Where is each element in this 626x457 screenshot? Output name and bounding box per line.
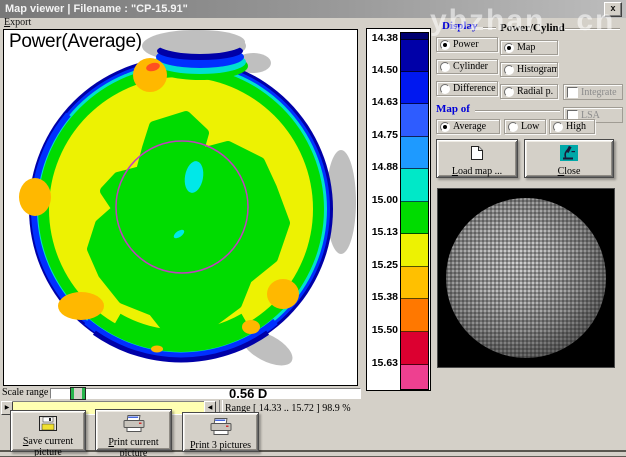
map-viewer-window: Map viewer | Filename : "CP-15.91" x Exp… <box>0 0 626 457</box>
floppy-disk-icon <box>39 416 57 436</box>
scale-tick <box>401 233 428 234</box>
radio-dot <box>508 122 518 132</box>
window-bottom-edge <box>0 450 626 452</box>
scale-tick-label: 14.75 <box>367 130 398 141</box>
radio-dot <box>440 122 450 132</box>
scale-range-slider[interactable]: 0.56 D <box>50 388 361 399</box>
radio-dot <box>553 122 563 132</box>
scale-tick <box>401 168 428 169</box>
scale-tick-label: 15.00 <box>367 195 398 206</box>
radio-dot <box>440 84 450 94</box>
radio-high[interactable]: High <box>549 119 595 134</box>
window-close-button[interactable]: x <box>604 2 622 17</box>
radio-power[interactable]: Power <box>436 37 498 52</box>
radio-map[interactable]: Map <box>500 40 558 55</box>
window-title: Map viewer | Filename : "CP-15.91" <box>0 3 188 15</box>
save-label: Save currentpicture <box>23 436 73 457</box>
scale-band <box>401 202 428 234</box>
scale-tick-label: 14.38 <box>367 33 398 44</box>
scale-tick-label: 15.50 <box>367 325 398 336</box>
power-average-map <box>4 30 357 385</box>
scale-tick <box>401 331 428 332</box>
slider-thumb[interactable] <box>70 387 86 400</box>
close-label: Close <box>558 166 581 177</box>
scale-band <box>401 72 428 104</box>
scale-band <box>401 40 428 72</box>
printer-icon <box>210 418 232 440</box>
scale-tick <box>401 364 428 365</box>
scale-tick-label: 14.88 <box>367 162 398 173</box>
checkbox-integrate[interactable]: Integrate <box>563 84 623 100</box>
color-scale-bar <box>400 32 429 390</box>
power-cylind-group-label: Power/Cylind <box>500 22 565 34</box>
scale-band <box>401 104 428 137</box>
scale-tick-label: 15.38 <box>367 292 398 303</box>
color-scale-panel: 14.38 14.50 14.63 14.75 14.88 15.00 15.13 15.25… <box>366 28 431 391</box>
scale-band <box>401 332 428 365</box>
radio-dot <box>504 87 514 97</box>
titlebar: Map viewer | Filename : "CP-15.91" <box>0 0 626 18</box>
print-3-pictures-button[interactable]: Print 3 pictures <box>182 412 259 452</box>
scale-tick <box>401 71 428 72</box>
scale-tick-label: 15.13 <box>367 227 398 238</box>
radio-radial-profile[interactable]: Radial p. <box>500 84 558 99</box>
scale-tick-label: 14.50 <box>367 65 398 76</box>
radio-dot <box>504 65 514 75</box>
scale-band <box>401 365 428 389</box>
radio-average[interactable]: Average <box>436 119 500 134</box>
scale-tick <box>401 136 428 137</box>
close-map-button[interactable]: Close <box>524 139 614 178</box>
radio-cylinder[interactable]: Cylinder <box>436 59 498 74</box>
radio-histogram[interactable]: Histogram <box>500 62 558 77</box>
print-current-picture-button[interactable]: Print currentpicture <box>95 409 172 451</box>
checkbox-square <box>567 87 578 98</box>
radio-dot <box>504 43 514 53</box>
lens-photo-panel <box>437 188 615 368</box>
radio-difference[interactable]: Difference <box>436 81 498 96</box>
map-panel: Power(Average) <box>3 29 358 386</box>
scale-tick <box>401 298 428 299</box>
print-3-label: Print 3 pictures <box>190 440 251 451</box>
scale-tick-label: 15.25 <box>367 260 398 271</box>
load-map-button[interactable]: Load map ... <box>436 139 518 178</box>
scale-tick-label: 15.63 <box>367 358 398 369</box>
load-map-label: Load map ... <box>452 166 502 177</box>
display-group-label: Display <box>442 20 477 32</box>
printer-icon <box>123 415 145 437</box>
scale-band <box>401 267 428 299</box>
scale-tick-label: 14.63 <box>367 97 398 108</box>
print-current-label: Print currentpicture <box>108 437 158 457</box>
radio-dot <box>440 62 450 72</box>
scale-range-value: 0.56 D <box>229 386 267 401</box>
lens-sphere-image <box>446 198 606 358</box>
scale-tick <box>401 266 428 267</box>
scale-band <box>401 137 428 169</box>
map-of-group-label: Map of <box>436 103 470 115</box>
microscope-icon <box>560 145 578 166</box>
menu-item-export[interactable]: Export <box>4 17 31 28</box>
radio-low[interactable]: Low <box>504 119 546 134</box>
scale-band <box>401 299 428 332</box>
document-icon <box>470 145 484 166</box>
map-title: Power(Average) <box>9 31 142 53</box>
save-current-picture-button[interactable]: Save currentpicture <box>10 410 86 452</box>
scale-range-label: Scale range <box>2 387 48 398</box>
scale-band <box>401 234 428 267</box>
radio-dot <box>440 40 450 50</box>
scale-tick <box>401 39 428 40</box>
scale-tick <box>401 201 428 202</box>
scale-tick <box>401 103 428 104</box>
scale-band <box>401 169 428 202</box>
